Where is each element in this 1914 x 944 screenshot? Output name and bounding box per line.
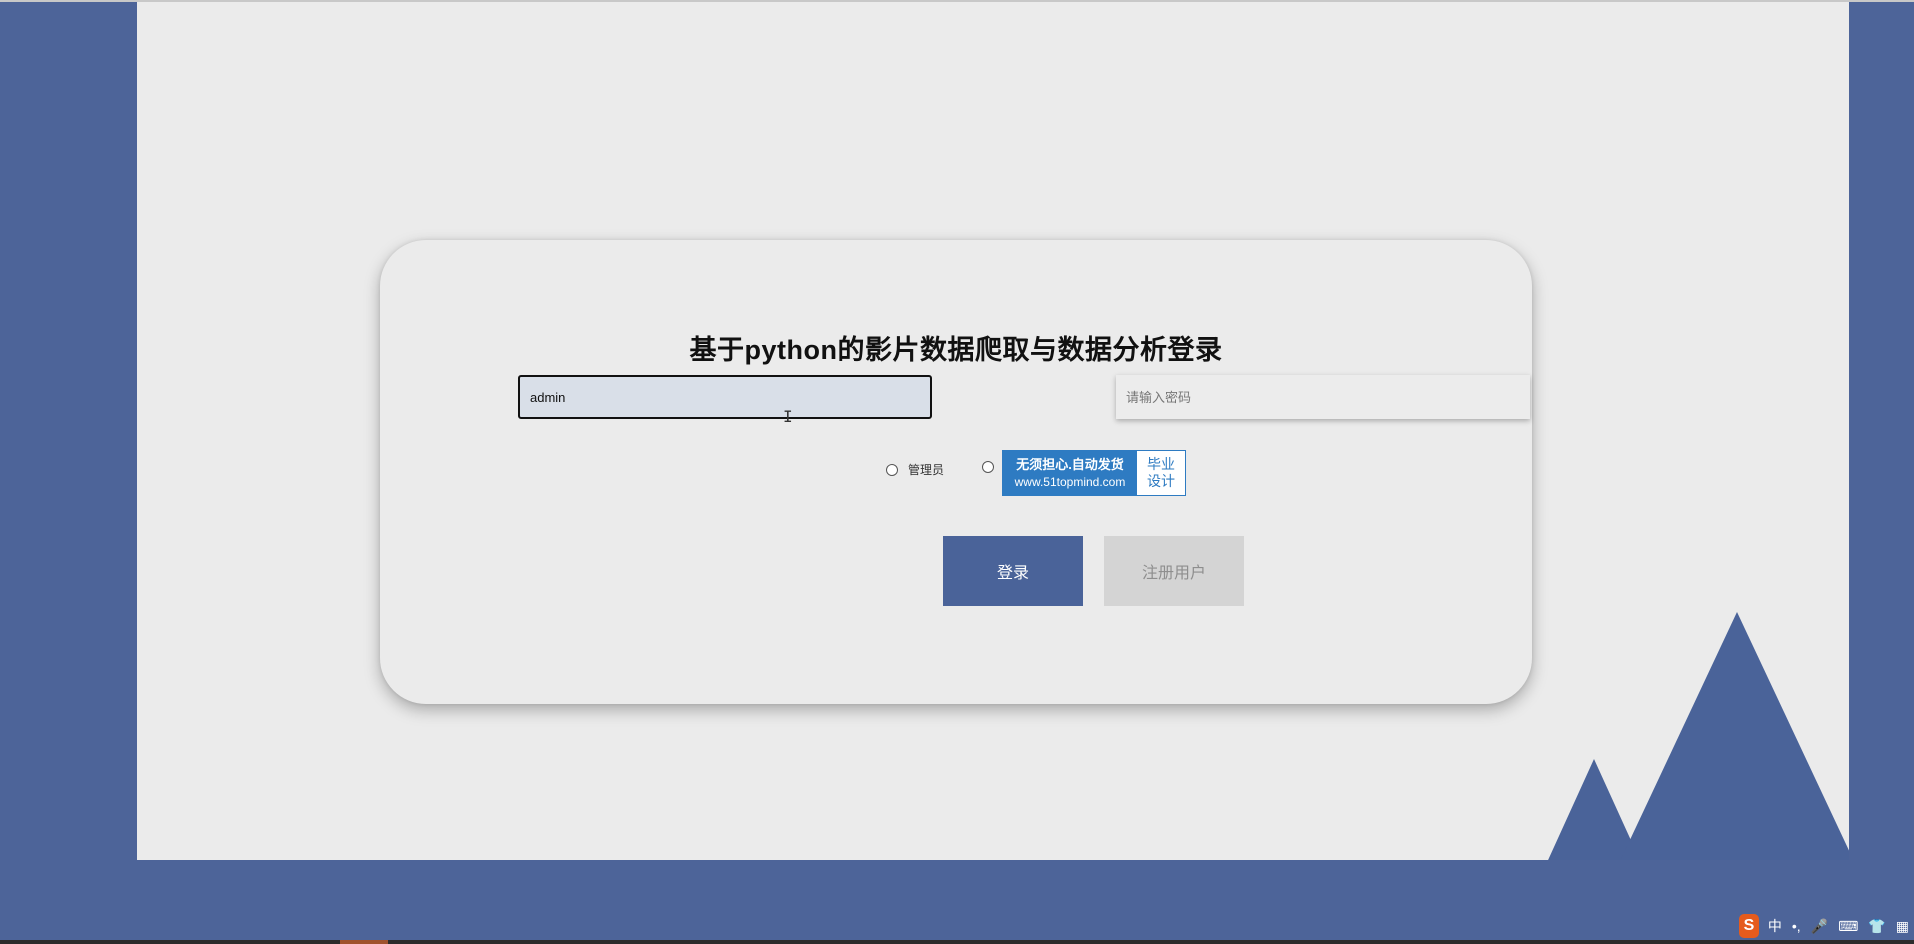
watermark-badge-side: 毕业 设计 [1137, 451, 1185, 495]
watermark-side-line2: 设计 [1147, 473, 1175, 489]
toolbox-grid-icon[interactable]: ▦ [1896, 918, 1909, 935]
sogou-logo-icon[interactable]: S [1739, 914, 1759, 938]
login-card: 基于python的影片数据爬取与数据分析登录 I 管理员 无须担心.自动发货 w… [380, 240, 1532, 704]
page-background: 基于python的影片数据爬取与数据分析登录 I 管理员 无须担心.自动发货 w… [137, 2, 1849, 860]
skin-icon[interactable]: 👕 [1868, 918, 1885, 935]
keyboard-icon[interactable]: ⌨ [1838, 918, 1858, 935]
login-title: 基于python的影片数据爬取与数据分析登录 [689, 335, 1223, 365]
role-admin-label: 管理员 [908, 463, 945, 477]
watermark-badge-main: 无须担心.自动发货 www.51topmind.com [1003, 451, 1137, 495]
role-selector: 管理员 无须担心.自动发货 www.51topmind.com 毕业 设计 [380, 450, 1532, 498]
microphone-icon[interactable]: 🎤 [1811, 918, 1828, 935]
radio-user[interactable] [982, 461, 994, 473]
taskbar-edge [0, 940, 1914, 944]
password-input[interactable] [1116, 375, 1530, 419]
text-cursor-icon: I [783, 407, 793, 426]
decorative-large-triangle [1582, 612, 1849, 860]
ime-toolbar: S 中 •, 🎤 ⌨ 👕 ▦ [1739, 912, 1914, 940]
username-input[interactable] [518, 375, 932, 419]
role-admin-option[interactable]: 管理员 [886, 461, 944, 478]
punctuation-icon[interactable]: •, [1792, 918, 1801, 934]
register-button[interactable]: 注册用户 [1104, 536, 1244, 606]
watermark-line1: 无须担心.自动发货 [1016, 457, 1124, 472]
watermark-badge: 无须担心.自动发货 www.51topmind.com 毕业 设计 [1002, 450, 1186, 496]
ime-mode-toggle[interactable]: 中 [1768, 916, 1782, 936]
radio-admin[interactable] [886, 463, 898, 476]
role-user-option[interactable] [982, 461, 994, 473]
login-button[interactable]: 登录 [943, 536, 1083, 606]
watermark-side-line1: 毕业 [1147, 456, 1175, 472]
taskbar-active-indicator [340, 940, 388, 944]
watermark-url: www.51topmind.com [1014, 475, 1126, 489]
